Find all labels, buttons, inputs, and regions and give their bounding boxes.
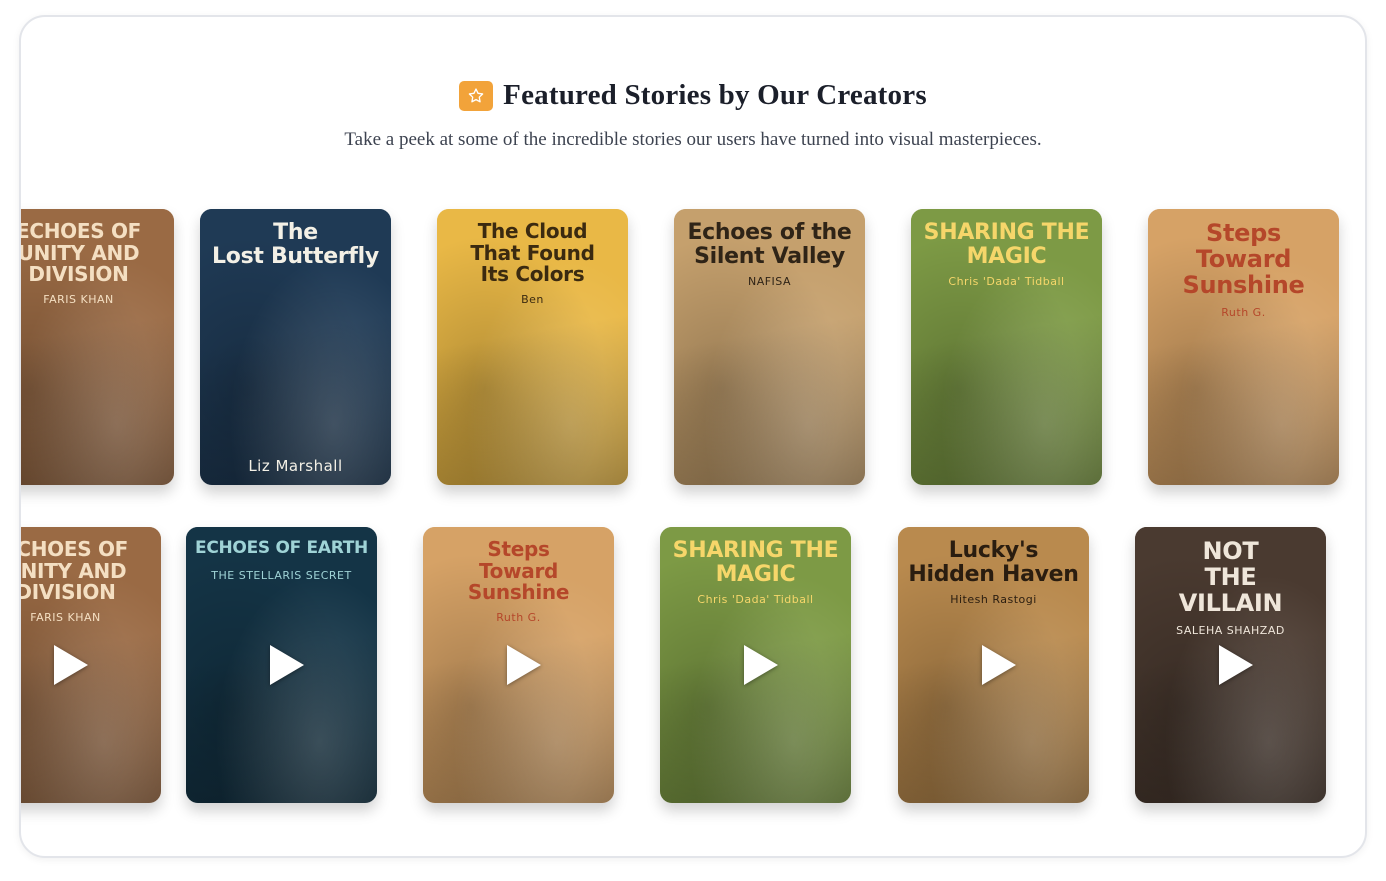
story-title: SHARING THE MAGIC (923, 220, 1090, 269)
story-video-card[interactable]: Steps Toward Sunshine Ruth G. (423, 527, 614, 803)
story-cover-card[interactable]: The Lost Butterfly Liz Marshall (200, 209, 391, 485)
story-title: The Lost Butterfly (212, 220, 379, 269)
story-video-card[interactable]: NOT THE VILLAIN SALEHA SHAHZAD (1135, 527, 1326, 803)
section-title: Featured Stories by Our Creators (503, 79, 927, 111)
story-cover-card[interactable]: SHARING THE MAGIC Chris 'Dada' Tidball (911, 209, 1102, 485)
story-author: SALEHA SHAHZAD (1176, 624, 1285, 638)
play-icon[interactable] (1218, 645, 1253, 685)
story-author: FARIS KHAN (43, 293, 114, 306)
story-video-card[interactable]: SHARING THE MAGIC Chris 'Dada' Tidball (660, 527, 851, 803)
story-author: NAFISA (747, 275, 792, 289)
story-title: SHARING THE MAGIC (672, 538, 839, 587)
story-author: Ruth G. (1221, 306, 1266, 320)
story-video-card[interactable]: Lucky's Hidden Haven Hitesh Rastogi (898, 527, 1089, 803)
story-title: ECHOES OF UNITY AND DIVISION (19, 219, 142, 287)
story-author: FARIS KHAN (30, 611, 101, 624)
story-author: THE STELLARIS SECRET (211, 569, 352, 583)
star-icon (459, 80, 494, 111)
play-icon[interactable] (981, 645, 1016, 685)
section-subtitle: Take a peek at some of the incredible st… (344, 129, 1042, 150)
story-title: Lucky's Hidden Haven (908, 538, 1079, 587)
story-row-videos: ECHOES OF UNITY AND DIVISIONFARIS KHANEC… (19, 527, 1365, 807)
story-author: Chris 'Dada' Tidball (948, 275, 1065, 289)
story-title: Steps Toward Sunshine (467, 537, 570, 605)
featured-stories-section: Featured Stories by Our Creators Take a … (19, 15, 1367, 858)
story-title: NOT THE VILLAIN (1178, 537, 1283, 617)
story-title: ECHOES OF EARTH (195, 538, 368, 558)
story-video-card[interactable]: ECHOES OF UNITY AND DIVISION FARIS KHAN (19, 527, 161, 803)
story-author: Ben (521, 293, 544, 306)
story-title: The Cloud That Found Its Colors (470, 219, 595, 287)
section-header: Featured Stories by Our Creators (21, 79, 1365, 112)
story-author: Hitesh Rastogi (950, 593, 1037, 607)
story-video-card[interactable]: ECHOES OF EARTH THE STELLARIS SECRET (186, 527, 377, 803)
play-icon[interactable] (743, 645, 778, 685)
story-author: Liz Marshall (248, 457, 343, 475)
story-title: Echoes of the Silent Valley (687, 220, 852, 269)
story-author: Chris 'Dada' Tidball (697, 593, 814, 607)
story-title: Steps Toward Sunshine (1182, 219, 1305, 299)
story-cover-card[interactable]: Echoes of the Silent Valley NAFISA (674, 209, 865, 485)
play-icon[interactable] (506, 645, 541, 685)
play-icon[interactable] (53, 645, 88, 685)
story-author: Ruth G. (496, 611, 541, 624)
story-row-covers: ECHOES OF UNITY AND DIVISION FARIS KHAN Th… (19, 209, 1365, 489)
story-cover-card[interactable]: The Cloud That Found Its Colors Ben (437, 209, 628, 485)
story-cover-card[interactable]: Steps Toward Sunshine Ruth G. (1148, 209, 1339, 485)
play-icon[interactable] (269, 645, 304, 685)
story-cover-card[interactable]: ECHOES OF UNITY AND DIVISION FARIS KHAN (19, 209, 174, 485)
story-title: ECHOES OF UNITY AND DIVISION (19, 537, 129, 605)
